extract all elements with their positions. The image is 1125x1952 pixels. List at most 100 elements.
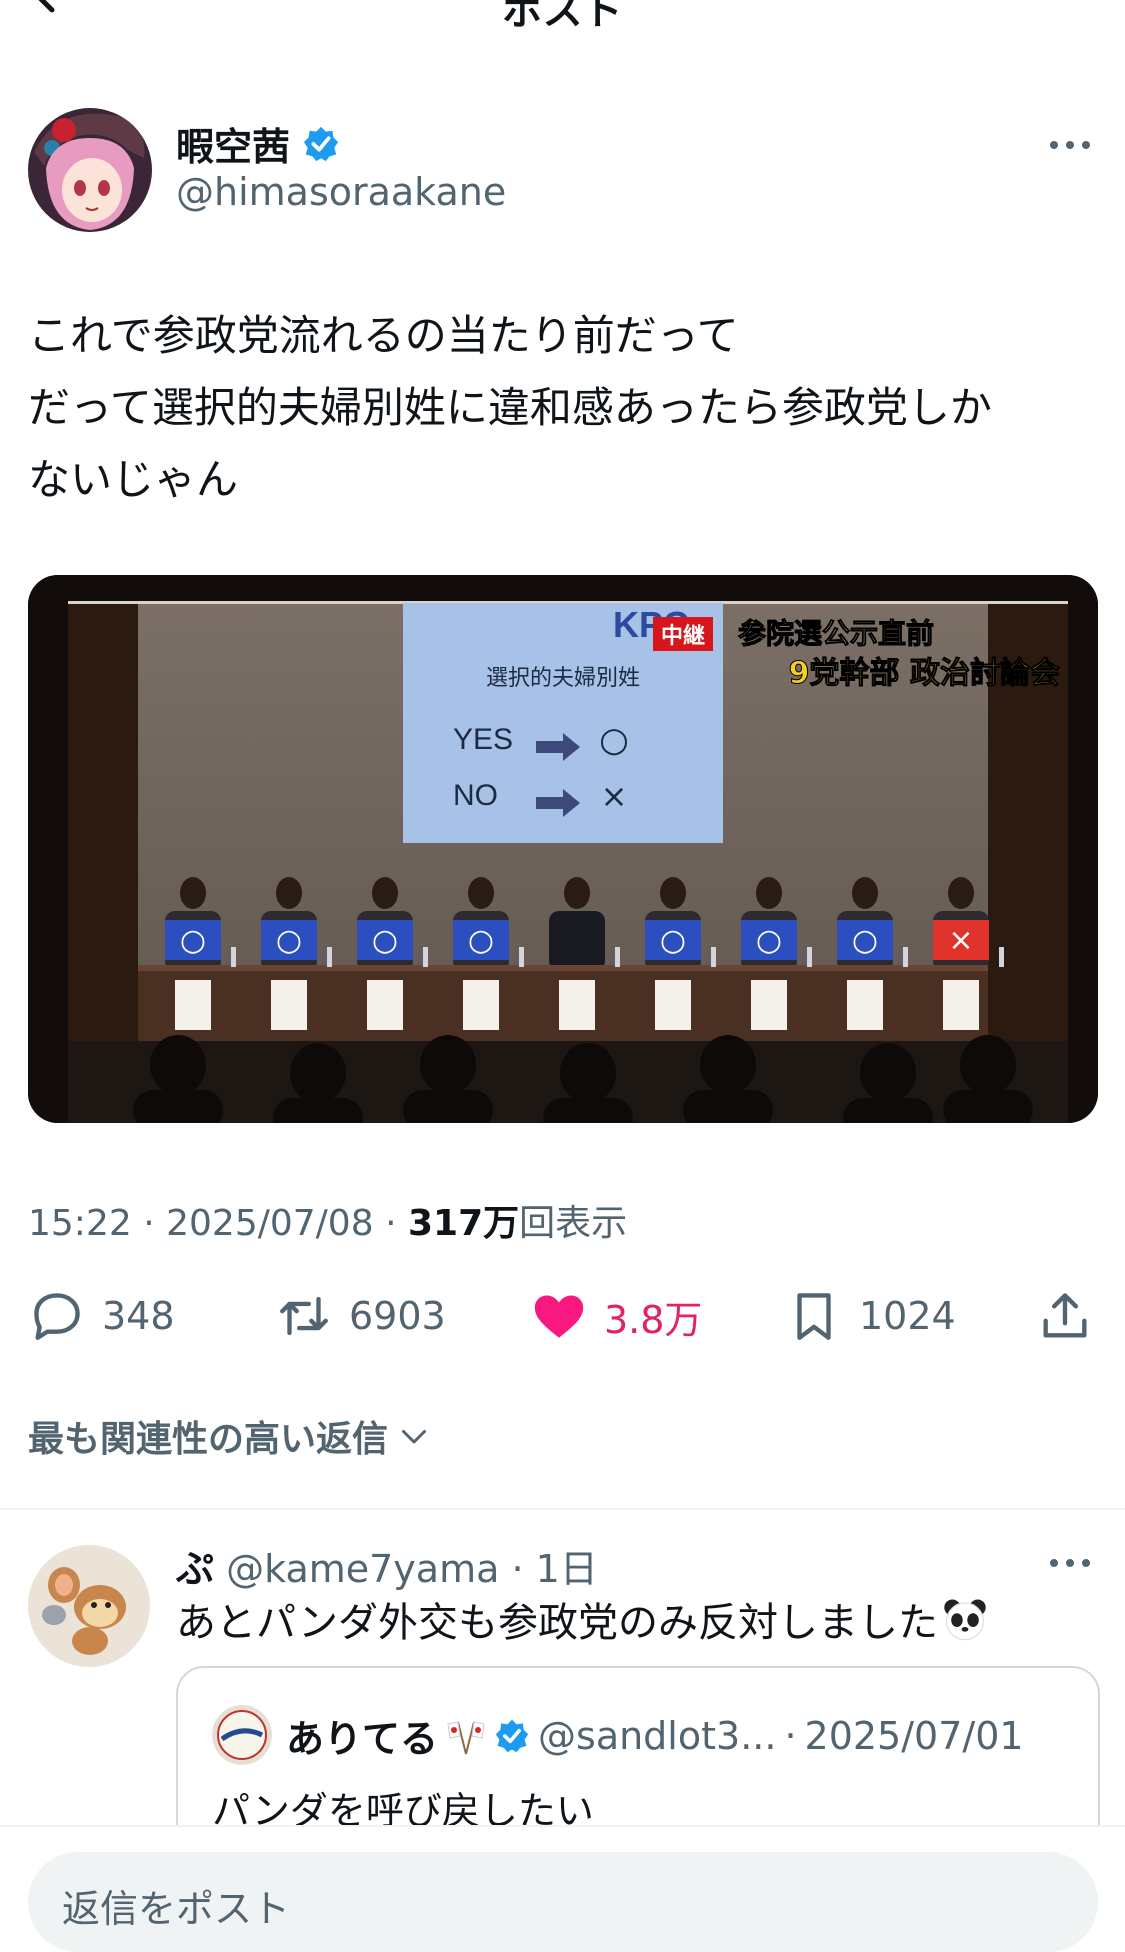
- answer-mark: ○: [180, 923, 206, 958]
- panelist-head: [852, 877, 878, 909]
- like-button[interactable]: 3.8万: [530, 1286, 702, 1346]
- post-text: これで参政党流れるの当たり前だって だって選択的夫婦別姓に違和感あったら参政党し…: [28, 300, 1088, 516]
- repost-button[interactable]: 6903: [275, 1286, 446, 1346]
- view-count: 317万: [407, 1203, 520, 1244]
- audience-head: [860, 1043, 916, 1103]
- panelist-head: [660, 877, 686, 909]
- page-title: ポスト: [502, 0, 623, 34]
- water-bottle: [327, 947, 332, 967]
- post-time: 15:22: [28, 1203, 132, 1244]
- screen-no-mark: ×: [601, 777, 628, 815]
- audience-body: [403, 1090, 493, 1123]
- reply-text-body: あとパンダ外交も参政党のみ反対しました: [176, 1600, 938, 1646]
- audience-head: [290, 1043, 346, 1103]
- screen-no: NO: [453, 779, 498, 812]
- water-bottle: [519, 947, 524, 967]
- meta-separator: ·: [511, 1547, 524, 1591]
- nameplate: [463, 980, 499, 1030]
- live-tag: 中継: [661, 623, 705, 649]
- water-bottle: [711, 947, 716, 967]
- water-bottle: [231, 947, 236, 967]
- audience-body: [133, 1090, 223, 1123]
- nameplate: [943, 980, 979, 1030]
- share-button[interactable]: [1036, 1286, 1094, 1346]
- reply-text: あとパンダ外交も参政党のみ反対しました: [176, 1590, 988, 1648]
- panelist-head: [948, 877, 974, 909]
- audience-head: [150, 1035, 206, 1095]
- audience-head: [420, 1035, 476, 1095]
- post-meta: 15:22 · 2025/07/08 · 317万回表示: [28, 1194, 627, 1246]
- repost-count: 6903: [349, 1294, 446, 1338]
- panelist-head: [564, 877, 590, 909]
- audience-body: [843, 1098, 933, 1123]
- audience-body: [683, 1090, 773, 1123]
- answer-mark: ○: [372, 923, 398, 958]
- reply-more-options-icon[interactable]: [1048, 1556, 1092, 1570]
- meta-separator: ·: [385, 1203, 397, 1244]
- repost-icon: [280, 1296, 328, 1336]
- author-handle[interactable]: @himasoraakane: [176, 170, 506, 214]
- answer-mark: ○: [756, 923, 782, 958]
- water-bottle: [807, 947, 812, 967]
- reply-icon: [34, 1293, 80, 1340]
- quote-author-name: ありてる: [286, 1717, 439, 1761]
- audience-head: [960, 1035, 1016, 1095]
- panelist-head: [372, 877, 398, 909]
- nameplate: [559, 980, 595, 1030]
- author-name[interactable]: 暇空茜: [176, 116, 340, 171]
- japan-flags-emoji-icon: [447, 1720, 485, 1754]
- post-text-line: ないじゃん: [28, 455, 239, 504]
- verified-badge-icon: [303, 126, 339, 161]
- like-count: 3.8万: [604, 1297, 703, 1342]
- panelist-head: [276, 877, 302, 909]
- answer-mark: ○: [852, 923, 878, 958]
- audience-body: [273, 1098, 363, 1123]
- screen-yes: YES: [453, 723, 513, 756]
- nameplate: [175, 980, 211, 1030]
- meta-separator: ·: [784, 1713, 797, 1758]
- water-bottle: [423, 947, 428, 967]
- water-bottle: [615, 947, 620, 967]
- post-text-line: だって選択的夫婦別姓に違和感あったら参政党しか: [28, 383, 992, 432]
- bookmark-icon: [797, 1293, 831, 1340]
- heart-icon: [534, 1295, 584, 1338]
- answer-mark: ×: [948, 923, 973, 958]
- water-bottle: [999, 947, 1004, 967]
- bookmark-button[interactable]: 1024: [785, 1286, 956, 1346]
- divider: [0, 1508, 1125, 1510]
- screen-title: 選択的夫婦別姓: [486, 666, 640, 691]
- audience-body: [543, 1098, 633, 1123]
- answer-mark: ○: [468, 923, 494, 958]
- nameplate: [655, 980, 691, 1030]
- quote-avatar: [212, 1705, 272, 1765]
- verified-badge-icon: [495, 1719, 529, 1752]
- reply-button[interactable]: 348: [28, 1286, 175, 1346]
- reply-author-name[interactable]: ぷ: [176, 1547, 214, 1591]
- caption-line2: 9党幹部 政治討論会: [789, 656, 1060, 691]
- share-icon: [1043, 1293, 1087, 1338]
- reply-header: ぷ @kame7yama · 1日: [176, 1538, 598, 1593]
- caption-line1: 参院選公示直前: [738, 617, 934, 650]
- reply-time: 1日: [535, 1547, 598, 1591]
- replies-sort-dropdown[interactable]: 最も関連性の高い返信: [28, 1410, 432, 1462]
- audience-body: [943, 1090, 1033, 1123]
- replies-sort-label: 最も関連性の高い返信: [28, 1419, 389, 1460]
- post-media-image[interactable]: 選択的夫婦別姓 YES ○ NO × KPC 中継 参院選公示直前 9党幹部 政…: [28, 575, 1098, 1123]
- nameplate: [271, 980, 307, 1030]
- reply-avatar[interactable]: [28, 1545, 150, 1667]
- more-options-icon[interactable]: [1048, 138, 1092, 152]
- audience-head: [560, 1043, 616, 1103]
- reply-author-handle[interactable]: @kame7yama: [226, 1547, 499, 1591]
- panelists: ○ ○ ○ ○ ○ ○ ○ ×: [165, 877, 989, 971]
- nameplate: [367, 980, 403, 1030]
- compose-placeholder: 返信をポスト: [62, 1887, 291, 1931]
- water-bottle: [903, 947, 908, 967]
- author-avatar[interactable]: [28, 108, 152, 232]
- panelist-head: [468, 877, 494, 909]
- panda-emoji-icon: [944, 1599, 986, 1641]
- post-text-line: これで参政党流れるの当たり前だって: [28, 311, 739, 360]
- answer-mark: ○: [276, 923, 302, 958]
- quote-author-handle: @sandlot3...: [538, 1713, 777, 1758]
- author-name-text: 暇空茜: [176, 125, 291, 169]
- panelist-body: [549, 911, 605, 971]
